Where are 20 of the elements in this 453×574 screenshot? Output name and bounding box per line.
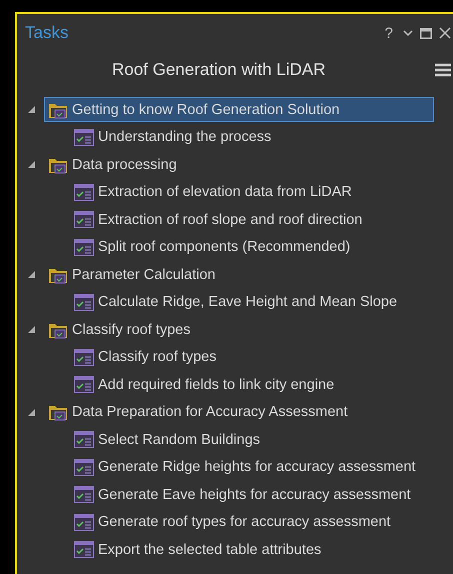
help-button[interactable]: ? [384,24,393,42]
task-step[interactable]: Understanding the process [70,124,280,150]
task-step[interactable]: Export the selected table attributes [70,537,330,562]
task-group[interactable]: Getting to know Roof Generation Solution [44,97,434,122]
task-title: Roof Generation with LiDAR [112,60,326,80]
task-step[interactable]: Extraction of elevation data from LiDAR [70,180,361,205]
task-step[interactable]: Add required fields to link city engine [70,372,344,398]
task-step[interactable]: Select Random Buildings [70,427,270,452]
task-group[interactable]: Data Preparation for Accuracy Assessment [44,400,357,425]
task-step[interactable]: Generate roof types for accuracy assessment [70,510,400,535]
task-step[interactable]: Extraction of roof slope and roof direction [70,207,372,232]
task-group[interactable]: Data processing [44,152,186,178]
task-group[interactable]: Parameter Calculation [44,262,224,288]
task-step[interactable]: Classify roof types [70,344,226,370]
task-step[interactable]: Calculate Ridge, Eave Height and Mean Slope [70,290,406,315]
task-step[interactable]: Split roof components (Recommended) [70,234,360,260]
pane-title: Tasks [25,23,70,43]
task-group[interactable]: Classify roof types [44,317,200,342]
task-step[interactable]: Generate Eave heights for accuracy assessment [70,482,420,508]
task-step[interactable]: Generate Ridge heights for accuracy assessment [70,454,425,480]
